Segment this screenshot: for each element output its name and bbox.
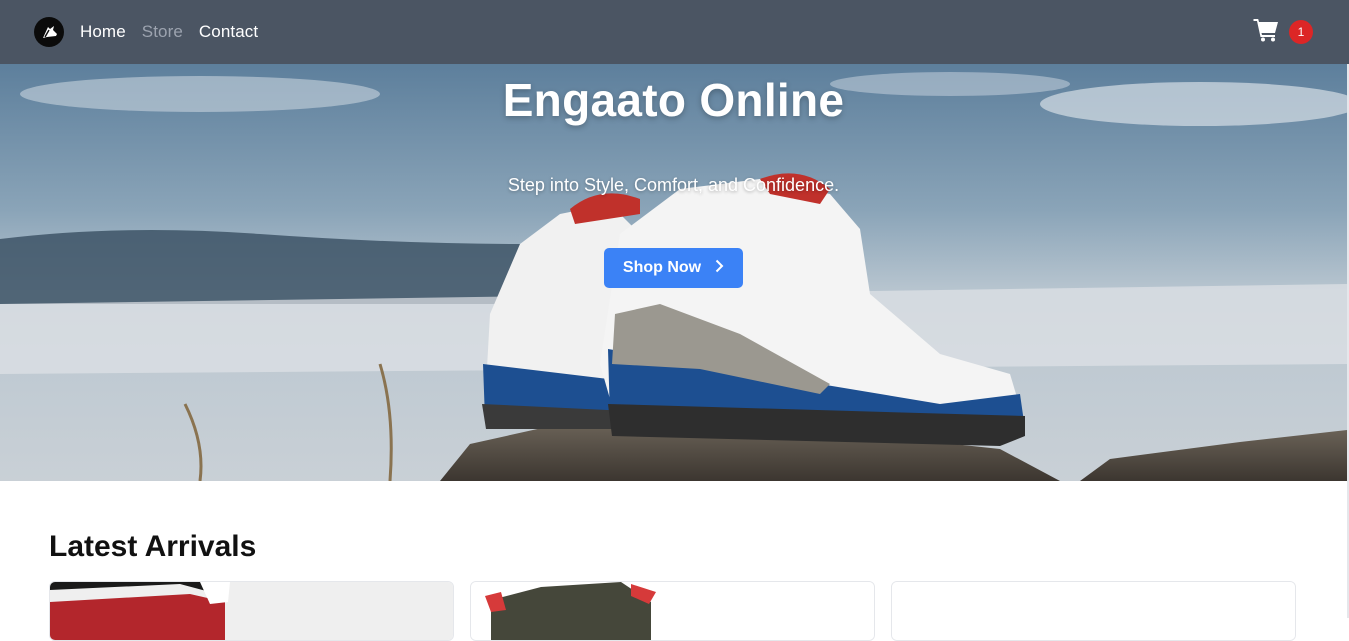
product-card[interactable] [49,581,454,641]
cart-count-badge: 1 [1289,20,1313,44]
hero-subtitle: Step into Style, Comfort, and Confidence… [507,175,840,195]
shop-now-label: Shop Now [622,259,702,276]
hero-content: Engaato Online Step into Style, Comfort,… [0,64,1347,481]
nav-links: Home Store Contact [80,22,258,42]
navbar: Home Store Contact 1 [0,0,1349,64]
nav-link-home[interactable]: Home [80,22,126,42]
hero-banner: Engaato Online Step into Style, Comfort,… [0,64,1347,481]
blank-product-image [892,582,1295,640]
product-card-list [49,581,1297,641]
olive-green-sneaker-image [471,582,874,640]
shoe-logo-icon[interactable] [34,17,64,47]
chevron-right-icon [715,259,724,278]
product-card[interactable] [891,581,1296,641]
shop-now-button[interactable]: Shop Now [604,248,743,288]
nav-link-contact[interactable]: Contact [199,22,258,42]
hero-title: Engaato Online [502,74,845,126]
cart-button[interactable]: 1 [1253,18,1313,47]
shopping-cart-icon[interactable] [1253,18,1279,47]
red-black-sneaker-image [50,582,453,640]
latest-arrivals-title: Latest Arrivals [49,530,257,563]
nav-link-store[interactable]: Store [142,22,183,42]
product-card[interactable] [470,581,875,641]
